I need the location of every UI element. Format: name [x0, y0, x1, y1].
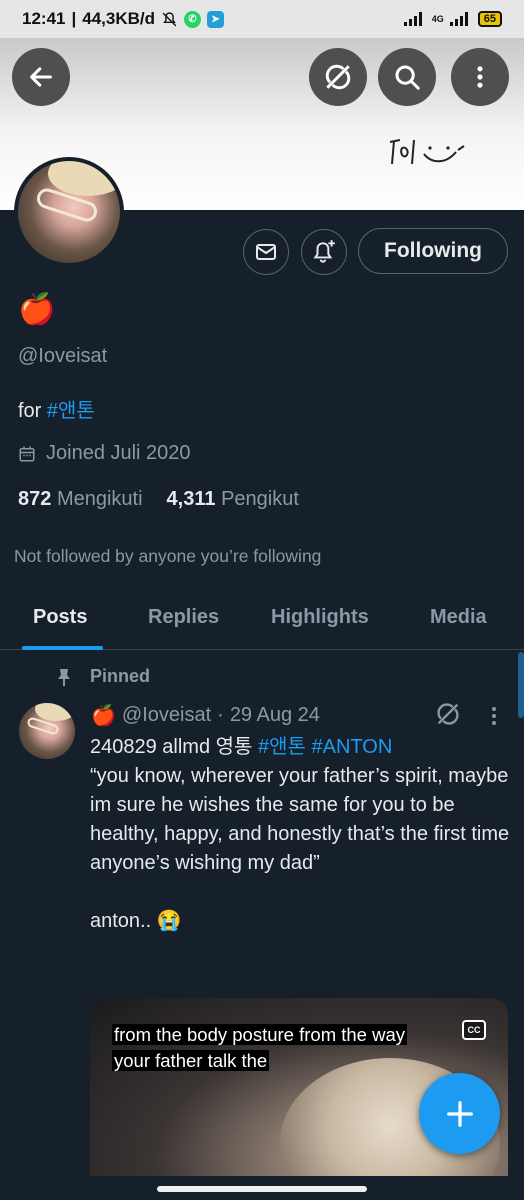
followers-label: Pengikut — [221, 488, 299, 510]
active-tab-indicator — [22, 646, 103, 650]
post-line1: 240829 allmd 영통 — [90, 736, 253, 758]
more-vertical-icon — [477, 66, 483, 88]
more-button[interactable] — [451, 48, 509, 106]
search-icon — [395, 65, 420, 90]
following-button[interactable]: Following — [358, 228, 508, 274]
post-author-handle[interactable]: @Ioveisat — [122, 704, 211, 727]
post-avatar[interactable] — [19, 703, 75, 759]
follow-stats: 872 Mengikuti 4,311 Pengikut — [18, 488, 299, 511]
home-indicator[interactable] — [157, 1186, 367, 1192]
caption-line-2: your father talk the — [112, 1050, 270, 1071]
signal-icon-2 — [449, 12, 472, 26]
post-author-emoji[interactable]: 🍎 — [91, 703, 116, 728]
joined-date: Joined Juli 2020 — [18, 442, 191, 465]
signature-doodle — [389, 139, 465, 165]
tab-replies[interactable]: Replies — [148, 606, 219, 629]
status-time: 12:41 — [22, 9, 66, 28]
bell-plus-icon — [313, 240, 335, 263]
post-more-icon[interactable] — [486, 705, 502, 727]
following-stat[interactable]: 872 Mengikuti — [18, 488, 143, 511]
battery-icon: 65 — [477, 11, 502, 27]
post-grok-icon[interactable] — [434, 700, 462, 728]
post-body: “you know, wherever your father’s spirit… — [90, 765, 510, 932]
bio-hashtag-link[interactable]: #앤톤 — [47, 400, 95, 422]
scrollbar[interactable] — [518, 652, 524, 718]
pinned-text: Pinned — [90, 666, 151, 686]
envelope-icon — [256, 244, 276, 260]
video-caption: from the body posture from the way your … — [112, 1022, 407, 1074]
following-count: 872 — [18, 488, 52, 510]
status-bar: 12:41 | 44,3KB/d ✆ ➤ 4G 65 — [0, 0, 524, 38]
grok-button[interactable] — [309, 48, 367, 106]
pin-icon — [58, 668, 70, 686]
tab-highlights[interactable]: Highlights — [271, 606, 369, 629]
message-button[interactable] — [243, 229, 289, 275]
caption-line-1: from the body posture from the way — [112, 1024, 407, 1045]
profile-handle: @Ioveisat — [18, 345, 108, 367]
calendar-icon — [19, 446, 35, 461]
post-date[interactable]: 29 Aug 24 — [230, 704, 320, 727]
post-hashtag-1[interactable]: #앤톤 — [258, 736, 306, 758]
tab-media[interactable]: Media — [430, 606, 487, 629]
bio-text: for — [18, 400, 42, 422]
followers-stat[interactable]: 4,311 Pengikut — [167, 488, 299, 511]
whatsapp-icon: ✆ — [184, 10, 201, 28]
profile-bio: for #앤톤 — [18, 394, 95, 423]
pinned-label: Pinned — [56, 666, 150, 687]
search-button[interactable] — [378, 48, 436, 106]
network-type: 4G — [431, 13, 444, 24]
profile-tabs: Posts Replies Highlights Media — [0, 590, 524, 650]
tab-posts[interactable]: Posts — [33, 606, 87, 629]
joined-text: Joined Juli 2020 — [46, 442, 191, 464]
followers-count: 4,311 — [166, 488, 216, 510]
grok-icon — [325, 64, 351, 90]
closed-caption-button[interactable]: CC — [462, 1020, 486, 1040]
back-button[interactable] — [12, 48, 70, 106]
mute-bell-icon — [161, 11, 178, 28]
status-speed: 44,3KB/d — [82, 9, 155, 28]
post-header: 🍎 @Ioveisat · 29 Aug 24 — [91, 703, 320, 728]
following-label: Mengikuti — [56, 488, 143, 510]
telegram-icon: ➤ — [207, 10, 224, 28]
compose-button[interactable] — [419, 1073, 500, 1154]
not-followed-text: Not followed by anyone you’re following — [14, 546, 322, 566]
notify-button[interactable] — [301, 229, 347, 275]
profile-avatar[interactable] — [14, 157, 124, 267]
post-hashtag-2[interactable]: #ANTON — [312, 736, 393, 758]
display-name: 🍎 — [18, 293, 56, 326]
post-separator: · — [217, 704, 224, 726]
signal-icon — [403, 12, 426, 26]
plus-icon — [446, 1100, 473, 1127]
back-arrow-icon — [30, 67, 52, 87]
post-text: 240829 allmd 영통 #앤톤 #ANTON “you know, wh… — [90, 733, 510, 936]
